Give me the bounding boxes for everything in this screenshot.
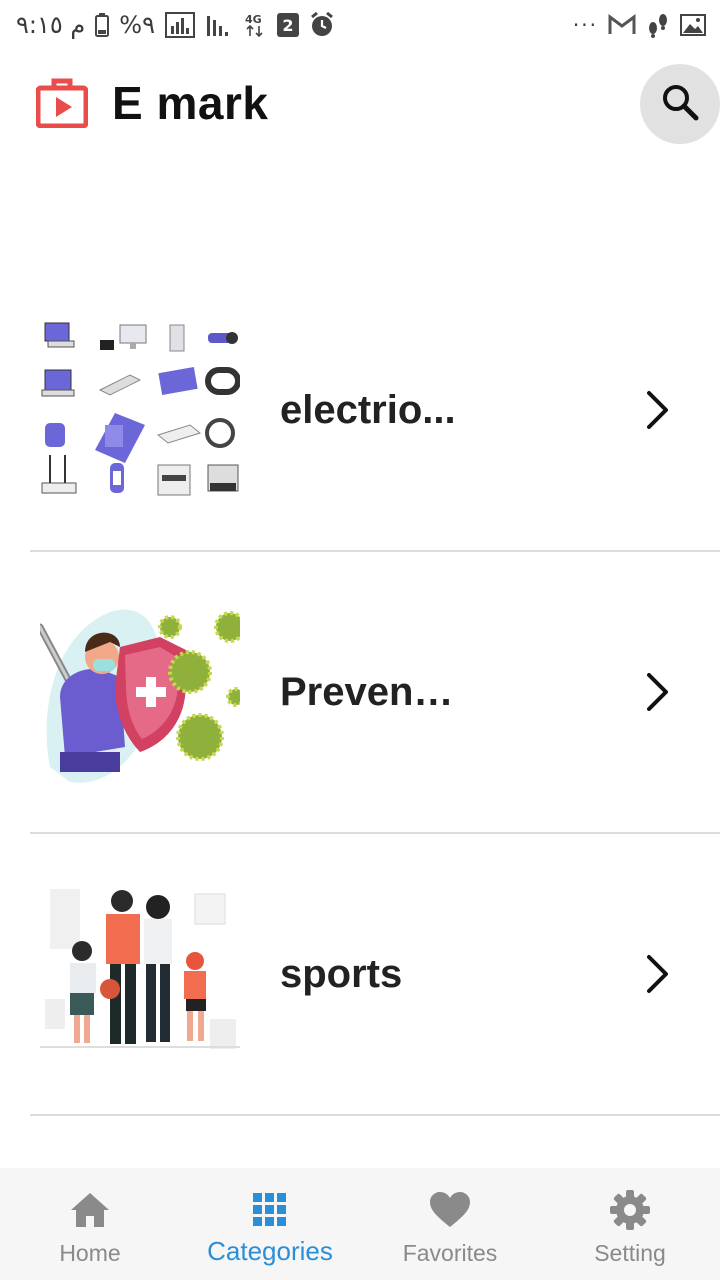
category-item-sports[interactable]: sports [30, 834, 720, 1116]
home-icon [68, 1188, 112, 1232]
prevention-image [40, 597, 240, 787]
app-bar: E mark [0, 56, 720, 152]
search-icon [660, 82, 700, 127]
chevron-right-icon [638, 386, 678, 434]
grid-icon [248, 1188, 292, 1232]
signal-icon [164, 12, 195, 38]
category-label: electrio... [280, 387, 456, 432]
network-label: 4G [245, 13, 262, 26]
gear-icon [608, 1188, 652, 1232]
nav-label: Categories [207, 1236, 333, 1266]
heart-icon [428, 1188, 472, 1232]
search-button[interactable] [640, 64, 720, 144]
overflow-dots: ··· [572, 13, 598, 37]
chevron-right-icon [638, 668, 678, 716]
nav-item-home[interactable]: Home [0, 1168, 180, 1280]
chevron-right-icon [638, 950, 678, 998]
gmail-icon [608, 14, 636, 36]
battery-icon [95, 13, 110, 37]
shopping-bag-play-icon [35, 78, 89, 129]
status-right: ··· [573, 12, 706, 38]
category-label: Prevent... [280, 669, 460, 714]
nav-label: Setting [594, 1240, 666, 1266]
sim-2-icon: 2 [276, 13, 299, 37]
battery-percent: %٩ [119, 11, 155, 39]
nav-item-categories[interactable]: Categories [180, 1168, 360, 1280]
status-time: م ٩:١٥ [16, 11, 86, 39]
signal-icon-secondary [205, 12, 233, 38]
sports-image [40, 879, 240, 1069]
category-label: sports [280, 951, 403, 996]
category-item-electronics[interactable]: electrio... [30, 270, 720, 552]
footsteps-icon [646, 12, 670, 38]
alarm-icon [309, 12, 335, 38]
network-4g-icon: 4G [243, 12, 267, 38]
status-left: م ٩:١٥ %٩ 4G 2 [16, 11, 335, 39]
nav-label: Favorites [402, 1240, 498, 1266]
app-title: E mark [112, 77, 269, 129]
category-item-prevention[interactable]: Prevent... [30, 552, 720, 834]
image-icon [680, 14, 706, 36]
bottom-nav: Home Categories Favorites Setting [0, 1168, 720, 1280]
sim-badge-label: 2 [282, 16, 293, 35]
nav-label: Home [59, 1240, 121, 1266]
electronics-image [40, 315, 240, 505]
nav-item-setting[interactable]: Setting [540, 1168, 720, 1280]
status-bar: م ٩:١٥ %٩ 4G 2 ··· [0, 0, 720, 50]
nav-item-favorites[interactable]: Favorites [360, 1168, 540, 1280]
category-list: electrio... Prevent... sports [0, 270, 720, 1116]
